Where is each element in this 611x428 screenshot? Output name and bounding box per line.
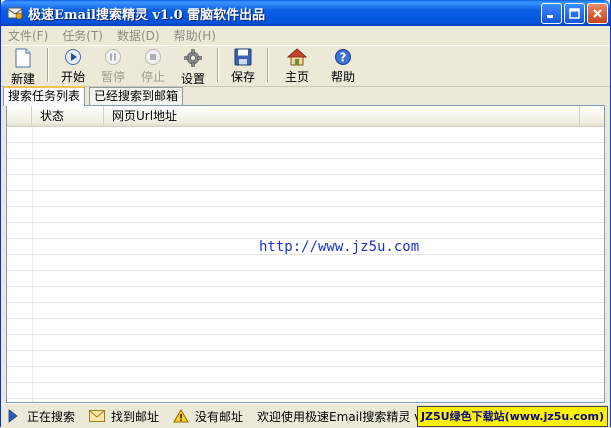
save-button[interactable]: 保存 [223, 46, 263, 84]
menu-bar: 文件(F) 任务(T) 数据(D) 帮助(H) [1, 26, 610, 45]
toolbar-separator [267, 48, 269, 82]
toolbar-separator [217, 48, 219, 82]
title-bar[interactable]: 极速Email搜索精灵 v1.0 雷脑软件出品 [1, 0, 610, 26]
window-title: 极速Email搜索精灵 v1.0 雷脑软件出品 [28, 7, 266, 23]
tab-search-task-list[interactable]: 搜索任务列表 [3, 86, 86, 106]
help-button[interactable]: ? 帮助 [323, 46, 363, 84]
tab-strip: 搜索任务列表 已经搜索到邮箱 [1, 86, 610, 106]
list-header: 状态 网页Url地址 [7, 106, 604, 127]
status-none: 没有邮址 [173, 408, 243, 425]
watermark-url: http://www.jz5u.com [259, 239, 420, 255]
toolbar-separator [47, 48, 49, 82]
status-bar: 正在搜索 找到邮址 没有邮址 欢迎使用极速Email搜索精灵 v1.0 JZ5U… [1, 403, 610, 428]
table-row [7, 175, 604, 191]
play-arrow-icon [5, 408, 21, 424]
house-icon [287, 48, 307, 66]
pause-icon [103, 48, 123, 66]
stop-icon [143, 48, 163, 66]
stop-button[interactable]: 停止 [133, 46, 173, 84]
status-searching: 正在搜索 [5, 408, 75, 425]
table-row [7, 383, 604, 399]
gear-icon [183, 48, 203, 68]
start-button[interactable]: 开始 [53, 46, 93, 84]
home-button[interactable]: 主页 [277, 46, 317, 84]
menu-help[interactable]: 帮助(H) [167, 27, 223, 44]
table-row [7, 303, 604, 319]
table-row [7, 255, 604, 271]
menu-task[interactable]: 任务(T) [55, 27, 110, 44]
site-badge: JZ5U绿色下载站(www.jz5u.com) [416, 406, 608, 427]
table-row [7, 319, 604, 335]
minimize-icon [547, 15, 553, 18]
play-icon [63, 48, 83, 66]
help-icon: ? [333, 48, 353, 66]
table-row [7, 223, 604, 239]
app-icon [7, 5, 23, 21]
menu-file[interactable]: 文件(F) [1, 27, 55, 44]
table-row [7, 127, 604, 143]
settings-button[interactable]: 设置 [173, 46, 213, 86]
pause-button[interactable]: 暂停 [93, 46, 133, 84]
warning-icon [173, 408, 189, 424]
table-row [7, 207, 604, 223]
status-message: 欢迎使用极速Email搜索精灵 v1.0 [257, 409, 441, 424]
toolbar: 新建 开始 暂停 停止 设置 保存 主页 ? 帮助 [1, 45, 610, 87]
task-list-view[interactable]: 状态 网页Url地址 http://www.jz5u.com [6, 105, 605, 403]
table-row [7, 335, 604, 351]
column-header-url[interactable]: 网页Url地址 [104, 106, 580, 126]
column-header-index[interactable] [7, 106, 32, 126]
table-row [7, 287, 604, 303]
close-icon [593, 9, 602, 18]
floppy-disk-icon [233, 48, 253, 66]
list-rows [7, 127, 604, 402]
new-button[interactable]: 新建 [3, 46, 43, 86]
table-row [7, 143, 604, 159]
column-header-status[interactable]: 状态 [32, 106, 104, 126]
tab-found-emails[interactable]: 已经搜索到邮箱 [89, 87, 184, 105]
status-found: 找到邮址 [89, 408, 159, 425]
table-row [7, 351, 604, 367]
svg-text:?: ? [340, 51, 347, 65]
table-row [7, 159, 604, 175]
app-window: 极速Email搜索精灵 v1.0 雷脑软件出品 文件(F) 任务(T) 数据(D… [0, 0, 611, 428]
table-row [7, 367, 604, 383]
menu-data[interactable]: 数据(D) [110, 27, 167, 44]
minimize-button[interactable] [541, 3, 562, 24]
table-row [7, 191, 604, 207]
maximize-button[interactable] [564, 3, 585, 24]
envelope-icon [89, 408, 106, 424]
maximize-icon [569, 8, 580, 19]
close-button[interactable] [587, 3, 608, 24]
table-row [7, 271, 604, 287]
new-document-icon [13, 48, 33, 68]
